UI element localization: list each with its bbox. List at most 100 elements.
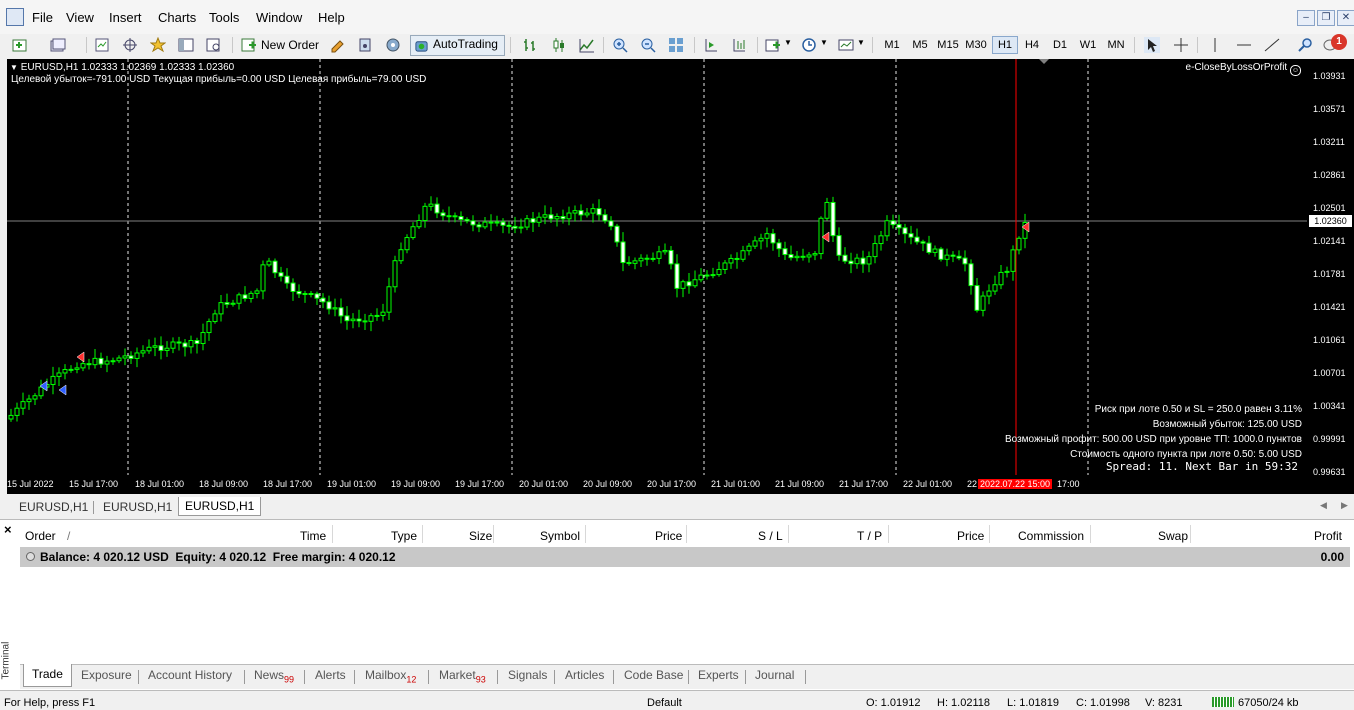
col-sl[interactable]: S / L (758, 529, 783, 543)
tabs-scroll-right-icon[interactable]: ▶ (1341, 500, 1348, 511)
timeframe-m5[interactable]: M5 (908, 36, 932, 54)
app-icon[interactable] (6, 8, 24, 26)
tab-signals[interactable]: Signals (508, 668, 547, 682)
menu-insert[interactable]: Insert (109, 10, 142, 25)
vertical-line-icon[interactable] (1207, 37, 1223, 53)
navigator-icon[interactable] (150, 37, 166, 53)
zoom-out-icon[interactable] (640, 37, 656, 53)
col-commission[interactable]: Commission (1018, 529, 1084, 543)
chart-tab-2[interactable]: EURUSD,H1 (97, 498, 178, 516)
candle-body (566, 212, 572, 220)
col-time[interactable]: Time (300, 529, 326, 543)
menu-view[interactable]: View (66, 10, 94, 25)
tabs-scroll-left-icon[interactable]: ◀ (1320, 500, 1327, 511)
tile-windows-icon[interactable] (668, 37, 684, 53)
status-traffic: 67050/24 kb (1238, 697, 1299, 709)
restore-icon[interactable]: ❐ (1317, 10, 1335, 26)
timeframe-w1[interactable]: W1 (1076, 36, 1100, 54)
meta-editor-icon[interactable] (330, 37, 346, 53)
col-order[interactable]: Order (25, 529, 56, 543)
market-watch-icon[interactable] (94, 37, 110, 53)
col-tp[interactable]: T / P (857, 529, 882, 543)
candlesticks-icon[interactable] (551, 37, 567, 53)
status-profile[interactable]: Default (647, 697, 682, 709)
candle-body (98, 357, 104, 365)
new-order-icon[interactable] (241, 37, 257, 53)
autotrading-icon (415, 41, 428, 52)
timeframe-mn[interactable]: MN (1104, 36, 1128, 54)
close-icon[interactable]: ✕ (1337, 10, 1354, 26)
timeframe-h1[interactable]: H1 (992, 36, 1018, 54)
time-axis[interactable]: 15 Jul 2022 15 Jul 17:00 18 Jul 01:00 18 Ju… (7, 475, 1354, 494)
col-type[interactable]: Type (391, 529, 417, 543)
chat-icon[interactable] (385, 37, 401, 53)
price-chart[interactable]: ▼ EURUSD,H1 1.02333 1.02369 1.02333 1.02… (7, 59, 1307, 475)
templates-icon[interactable] (838, 37, 854, 53)
cursor-icon[interactable] (1144, 37, 1160, 53)
tester-icon[interactable] (206, 37, 222, 53)
chart-shift-icon[interactable] (703, 37, 719, 53)
indicators-dropdown-icon[interactable]: ▼ (784, 38, 792, 47)
minimize-icon[interactable]: ‒ (1297, 10, 1315, 26)
tab-articles[interactable]: Articles (565, 668, 604, 682)
notification-badge[interactable]: 1 (1331, 34, 1347, 50)
tab-exposure[interactable]: Exposure (81, 668, 132, 682)
expert-advisor-label: e-CloseByLossOrProfit ☺ (1186, 62, 1301, 76)
timeframe-h4[interactable]: H4 (1020, 36, 1044, 54)
tab-code-base[interactable]: Code Base (624, 668, 683, 682)
col-current-price[interactable]: Price (957, 529, 984, 543)
new-order-button[interactable]: New Order (261, 36, 319, 54)
tab-mailbox[interactable]: Mailbox12 (365, 668, 416, 684)
signals-icon[interactable] (357, 37, 373, 53)
indicators-icon[interactable] (765, 37, 781, 53)
candle-body (590, 208, 596, 214)
col-profit[interactable]: Profit (1314, 529, 1342, 543)
col-size[interactable]: Size (469, 529, 492, 543)
col-symbol[interactable]: Symbol (540, 529, 580, 543)
horizontal-line-icon[interactable] (1236, 37, 1252, 53)
tab-account-history[interactable]: Account History (148, 668, 232, 682)
price-axis[interactable]: 1.03931 1.03571 1.03211 1.02861 1.02501 1.021… (1307, 59, 1354, 477)
menu-tools[interactable]: Tools (209, 10, 239, 25)
zoom-in-icon[interactable] (612, 37, 628, 53)
tab-trade[interactable]: Trade (23, 664, 72, 687)
timeframe-d1[interactable]: D1 (1048, 36, 1072, 54)
periods-icon[interactable] (801, 37, 817, 53)
new-chart-icon[interactable] (12, 37, 28, 53)
chart-tab-1[interactable]: EURUSD,H1 (13, 498, 94, 516)
col-swap[interactable]: Swap (1158, 529, 1188, 543)
collapse-arrow-icon[interactable]: ▼ (10, 63, 18, 72)
search-icon[interactable] (1297, 37, 1313, 53)
autotrading-button[interactable]: AutoTrading (410, 35, 505, 56)
terminal-icon[interactable] (178, 37, 194, 53)
crosshair-icon[interactable] (1173, 37, 1189, 53)
line-chart-icon[interactable] (579, 37, 595, 53)
timeframe-m15[interactable]: M15 (936, 36, 960, 54)
timeframe-m1[interactable]: M1 (880, 36, 904, 54)
menu-help[interactable]: Help (318, 10, 345, 25)
tab-news[interactable]: News99 (254, 668, 294, 684)
templates-dropdown-icon[interactable]: ▼ (857, 38, 865, 47)
data-window-icon[interactable] (122, 37, 138, 53)
auto-scroll-icon[interactable] (731, 37, 747, 53)
col-price[interactable]: Price (655, 529, 682, 543)
tab-journal[interactable]: Journal (755, 668, 794, 682)
chart-tab-3-active[interactable]: EURUSD,H1 (178, 497, 262, 516)
periods-dropdown-icon[interactable]: ▼ (820, 38, 828, 47)
trendline-icon[interactable] (1264, 37, 1280, 53)
menu-file[interactable]: File (32, 10, 53, 25)
tab-market[interactable]: Market93 (439, 668, 486, 684)
tab-alerts[interactable]: Alerts (315, 668, 346, 682)
balance-row[interactable]: Balance: 4 020.12 USD Equity: 4 020.12 F… (20, 547, 1350, 567)
candle-body (320, 297, 326, 303)
menu-window[interactable]: Window (256, 10, 302, 25)
tab-news-label: News (254, 668, 285, 682)
price-level-label: 1.01061 (1313, 335, 1346, 345)
candle-body (836, 235, 842, 256)
tab-experts[interactable]: Experts (698, 668, 739, 682)
menu-charts[interactable]: Charts (158, 10, 196, 25)
timeframe-m30[interactable]: M30 (964, 36, 988, 54)
bar-chart-icon[interactable] (522, 37, 538, 53)
profiles-icon[interactable] (50, 37, 66, 53)
terminal-close-icon[interactable]: × (4, 522, 12, 537)
